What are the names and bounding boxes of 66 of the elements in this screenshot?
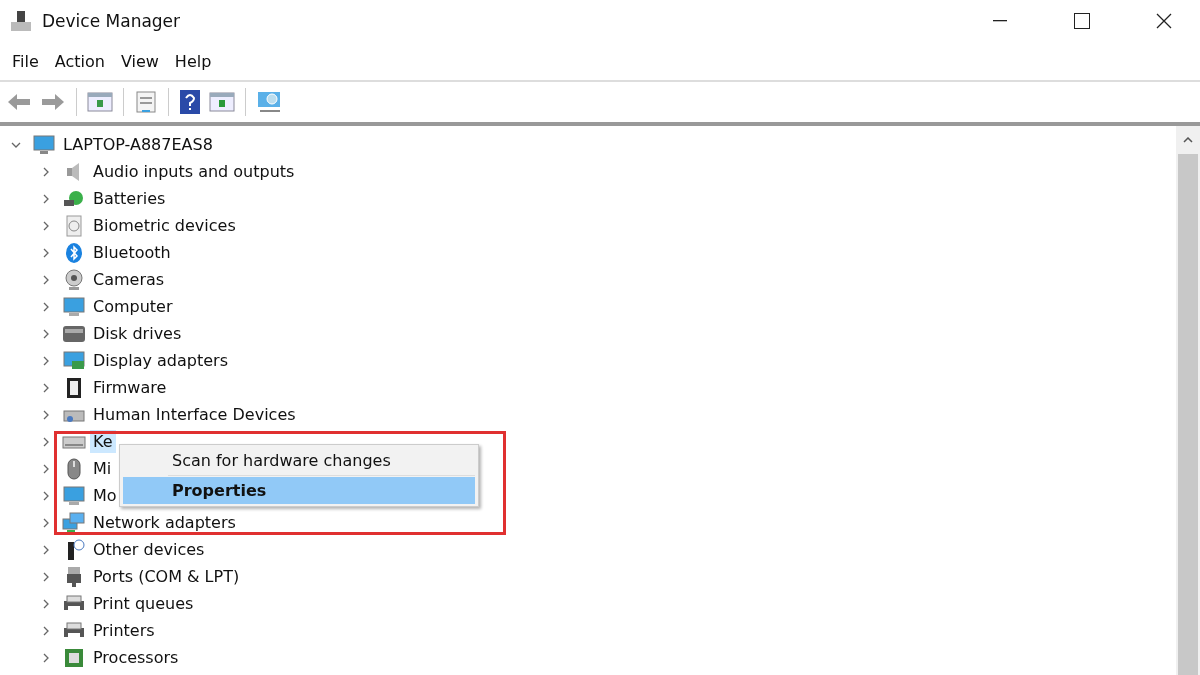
show-hide-tree-button[interactable] — [85, 89, 115, 115]
tree-item[interactable]: Audio inputs and outputs — [90, 160, 298, 183]
close-icon — [1156, 13, 1172, 29]
webcam-icon — [62, 267, 86, 292]
tree-item[interactable]: Disk drives — [90, 322, 185, 345]
network-icon — [62, 510, 86, 535]
tree-item[interactable]: LAPTOP-A887EAS8 — [60, 133, 216, 156]
tree-item[interactable]: Biometric devices — [90, 214, 239, 237]
chevron-right-icon[interactable] — [41, 274, 51, 285]
tree-item[interactable]: Cameras — [90, 268, 168, 291]
menu-item[interactable]: View — [112, 51, 167, 71]
chevron-right-icon[interactable] — [41, 517, 51, 528]
context-menu-item[interactable]: Properties — [123, 477, 475, 504]
chevron-right-icon[interactable] — [41, 355, 51, 366]
tree-item[interactable]: Mi — [90, 457, 115, 480]
tree-item[interactable]: Mo — [90, 484, 120, 507]
chevron-right-icon[interactable] — [41, 463, 51, 474]
chevron-right-icon[interactable] — [41, 652, 51, 663]
tree-item[interactable]: Printers — [90, 619, 158, 642]
chevron-right-icon[interactable] — [41, 544, 51, 555]
tree-item[interactable]: Computer — [90, 295, 176, 318]
caret-up-icon — [1183, 137, 1193, 143]
monitor-icon — [62, 483, 86, 508]
tree-item[interactable]: Ke — [90, 430, 116, 453]
chevron-right-icon[interactable] — [41, 436, 51, 447]
action-pane-button[interactable] — [207, 89, 237, 115]
chevron-right-icon[interactable] — [41, 490, 51, 501]
chevron-right-icon[interactable] — [41, 598, 51, 609]
chevron-right-icon[interactable] — [41, 382, 51, 393]
tree-item[interactable]: Network adapters — [90, 511, 239, 534]
document-icon — [134, 90, 158, 114]
action-pane-icon — [209, 91, 235, 113]
computer-icon — [32, 132, 56, 157]
tree-item[interactable]: Processors — [90, 646, 182, 669]
tree-item[interactable]: Ports (COM & LPT) — [90, 565, 243, 588]
tree-item[interactable]: Batteries — [90, 187, 169, 210]
help-button[interactable] — [177, 87, 203, 117]
help-icon — [179, 89, 201, 115]
tree-item[interactable]: Bluetooth — [90, 241, 174, 264]
chevron-right-icon[interactable] — [41, 301, 51, 312]
chevron-right-icon[interactable] — [41, 166, 51, 177]
scrollbar-thumb[interactable] — [1178, 154, 1198, 675]
context-menu-item[interactable]: Scan for hardware changes — [123, 447, 475, 474]
chevron-right-icon[interactable] — [41, 193, 51, 204]
chevron-right-icon[interactable] — [41, 409, 51, 420]
menu-item[interactable]: File — [4, 51, 47, 71]
maximize-icon — [1074, 13, 1090, 29]
chevron-right-icon[interactable] — [41, 571, 51, 582]
tree-item[interactable]: Firmware — [90, 376, 170, 399]
forward-arrow-icon — [40, 91, 66, 113]
console-tree-icon — [87, 91, 113, 113]
tree-item[interactable]: Human Interface Devices — [90, 403, 299, 426]
tree-item[interactable]: Other devices — [90, 538, 208, 561]
chevron-right-icon[interactable] — [41, 328, 51, 339]
menu-item[interactable]: Action — [46, 51, 113, 71]
menu-item[interactable]: Help — [166, 51, 220, 71]
chevron-right-icon[interactable] — [41, 220, 51, 231]
back-arrow-icon — [6, 91, 32, 113]
window-title: Device Manager — [42, 11, 182, 31]
minimize-icon — [993, 20, 1007, 22]
chevron-right-icon[interactable] — [41, 247, 51, 258]
computer-tower-icon — [10, 10, 32, 32]
monitor-icon — [62, 294, 86, 319]
tree-item[interactable]: Display adapters — [90, 349, 231, 372]
chevron-right-icon[interactable] — [41, 625, 51, 636]
tree-item[interactable]: Print queues — [90, 592, 197, 615]
